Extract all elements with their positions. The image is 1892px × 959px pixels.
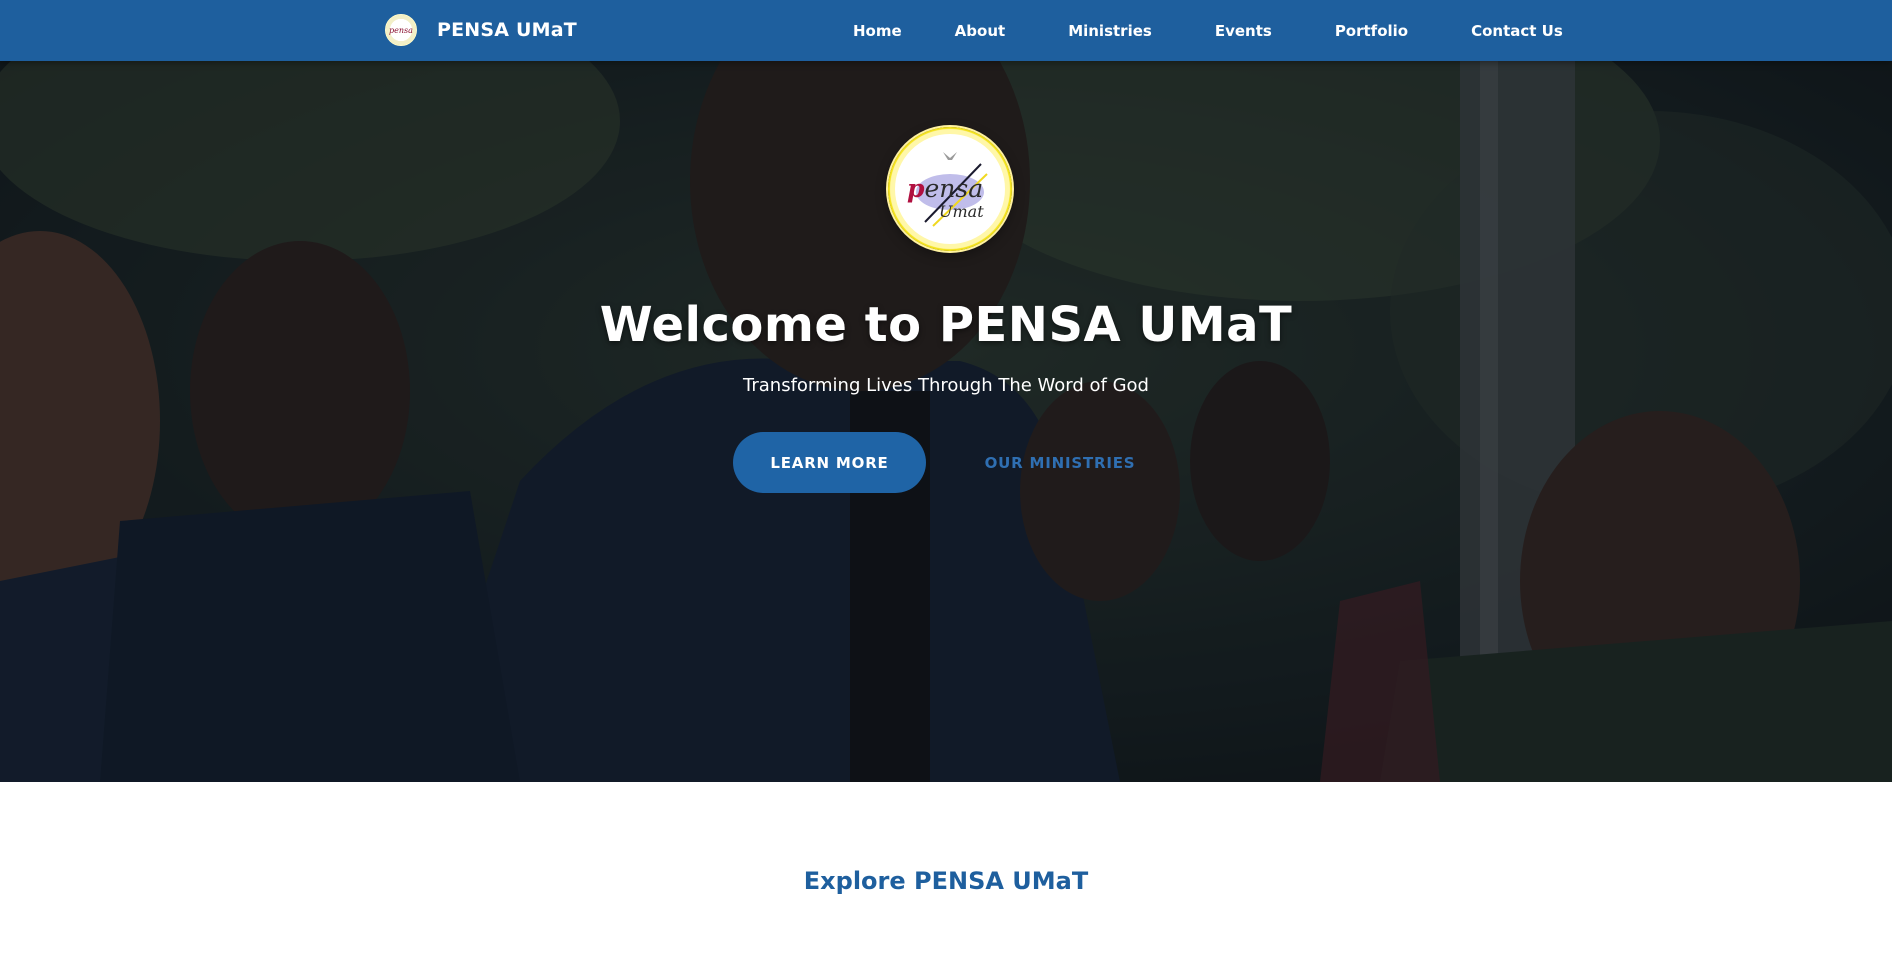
our-ministries-button[interactable]: OUR MINISTRIES <box>969 432 1151 493</box>
nav-link-about[interactable]: About <box>955 22 1006 40</box>
hero-section: pensa Umat Welcome to PENSA UMaT Transfo… <box>0 61 1892 782</box>
brand-logo-text: pensa <box>389 25 413 35</box>
hero-logo-wordmark: pensa <box>907 174 984 203</box>
explore-section-title: Explore PENSA UMaT <box>803 867 1089 895</box>
nav-link-contact[interactable]: Contact Us <box>1471 22 1563 40</box>
hero-logo-subtext: Umat <box>939 202 984 221</box>
hero-title: Welcome to PENSA UMaT <box>599 297 1293 353</box>
nav-link-home[interactable]: Home <box>853 22 902 40</box>
brand-name[interactable]: PENSA UMaT <box>437 19 577 41</box>
main-nav: Home About Ministries Events Portfolio C… <box>853 0 1563 61</box>
brand-logo[interactable]: pensa <box>385 14 417 46</box>
hero-subtitle: Transforming Lives Through The Word of G… <box>743 375 1149 396</box>
nav-link-portfolio[interactable]: Portfolio <box>1335 22 1408 40</box>
hero-logo: pensa Umat <box>888 127 1012 251</box>
brand[interactable]: pensa PENSA UMaT <box>385 14 577 46</box>
learn-more-button[interactable]: LEARN MORE <box>733 432 926 493</box>
nav-link-events[interactable]: Events <box>1215 22 1272 40</box>
hero-logo-inner: pensa Umat <box>895 134 1005 244</box>
nav-link-ministries[interactable]: Ministries <box>1068 22 1152 40</box>
top-navbar: pensa PENSA UMaT Home About Ministries E… <box>0 0 1892 61</box>
